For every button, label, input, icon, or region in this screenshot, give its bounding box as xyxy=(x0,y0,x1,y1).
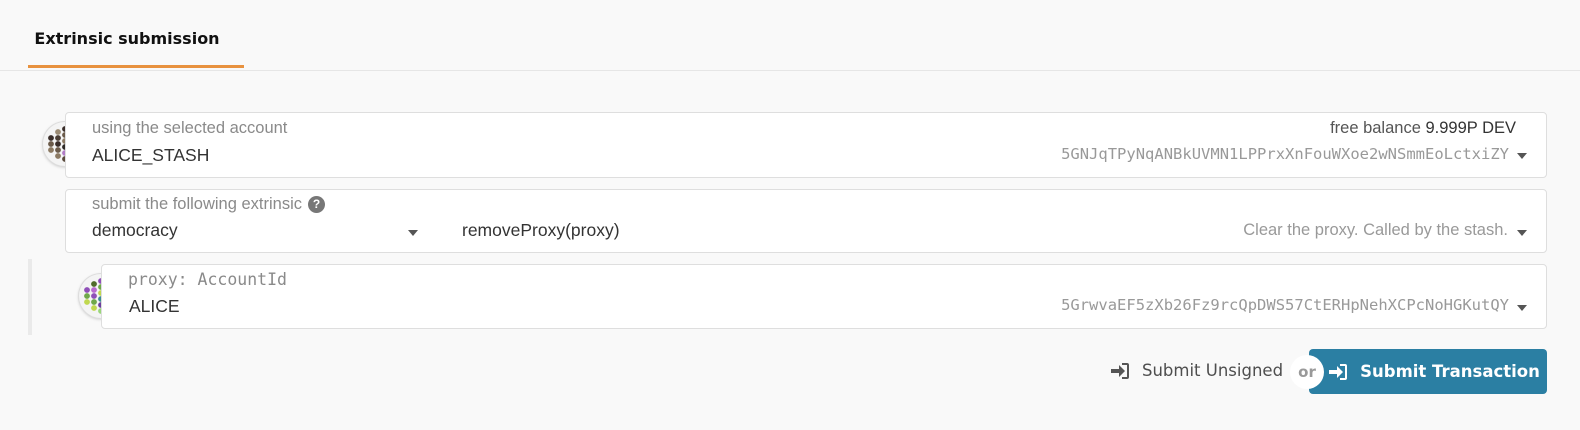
tab-label: Extrinsic submission xyxy=(34,29,220,48)
free-balance-label: free balance xyxy=(1330,119,1421,137)
identicon-dot xyxy=(91,299,97,305)
or-separator: or xyxy=(1290,355,1324,389)
identicon-dot xyxy=(55,135,61,141)
submit-unsigned-label: Submit Unsigned xyxy=(1142,361,1284,380)
identicon-dot xyxy=(84,293,90,299)
chevron-down-icon[interactable] xyxy=(408,230,418,236)
proxy-account-selector[interactable]: proxy: AccountId ALICE 5GrwvaEF5zXb26Fz9… xyxy=(101,264,1547,329)
section-dropdown[interactable]: democracy xyxy=(66,190,431,252)
free-balance-value: 9.999P DEV xyxy=(1425,119,1516,137)
param-label: proxy: AccountId xyxy=(128,270,287,289)
identicon-dot xyxy=(55,147,61,153)
method-value: removeProxy(proxy) xyxy=(462,220,620,240)
identicon-dot xyxy=(55,141,61,147)
tab-extrinsic-submission[interactable]: Extrinsic submission xyxy=(28,0,244,68)
account-name: ALICE_STASH xyxy=(92,145,210,165)
extrinsic-selector: submit the following extrinsic? democrac… xyxy=(65,189,1547,253)
proxy-name: ALICE xyxy=(129,296,180,316)
identicon-dot xyxy=(91,293,97,299)
identicon-dot xyxy=(48,141,54,147)
submit-transaction-label: Submit Transaction xyxy=(1360,362,1540,381)
method-description: Clear the proxy. Called by the stash. xyxy=(1243,221,1508,239)
or-label: or xyxy=(1298,363,1316,381)
identicon-dot xyxy=(84,299,90,305)
identicon-dot xyxy=(84,287,90,293)
chevron-down-icon[interactable] xyxy=(1517,153,1527,159)
identicon-dot xyxy=(55,153,61,159)
method-dropdown[interactable]: removeProxy(proxy) Clear the proxy. Call… xyxy=(436,190,1546,252)
account-label: using the selected account xyxy=(92,119,288,137)
submit-transaction-button[interactable]: Submit Transaction xyxy=(1309,349,1547,394)
sign-in-icon xyxy=(1110,362,1130,380)
free-balance: free balance 9.999P DEV xyxy=(1330,119,1516,138)
identicon-dot xyxy=(55,129,61,135)
submit-unsigned-button[interactable]: Submit Unsigned xyxy=(1110,361,1283,380)
tab-bar: Extrinsic submission xyxy=(0,0,1580,71)
section-value: democracy xyxy=(92,220,178,240)
account-address: 5GNJqTPyNqANBkUVMN1LPPrxXnFouWXoe2wNSmmE… xyxy=(1061,145,1509,163)
identicon-dot xyxy=(48,147,54,153)
proxy-address: 5GrwvaEF5zXb26Fz9rcQpDWS57CtERHpNehXCPcN… xyxy=(1061,296,1509,314)
identicon-dot xyxy=(91,305,97,311)
chevron-down-icon[interactable] xyxy=(1517,305,1527,311)
chevron-down-icon[interactable] xyxy=(1517,230,1527,236)
account-selector[interactable]: using the selected account free balance … xyxy=(65,112,1547,178)
param-indent-bar xyxy=(28,259,32,335)
identicon-dot xyxy=(91,281,97,287)
identicon-dot xyxy=(91,287,97,293)
sign-in-icon xyxy=(1328,363,1348,381)
identicon-dot xyxy=(48,135,54,141)
